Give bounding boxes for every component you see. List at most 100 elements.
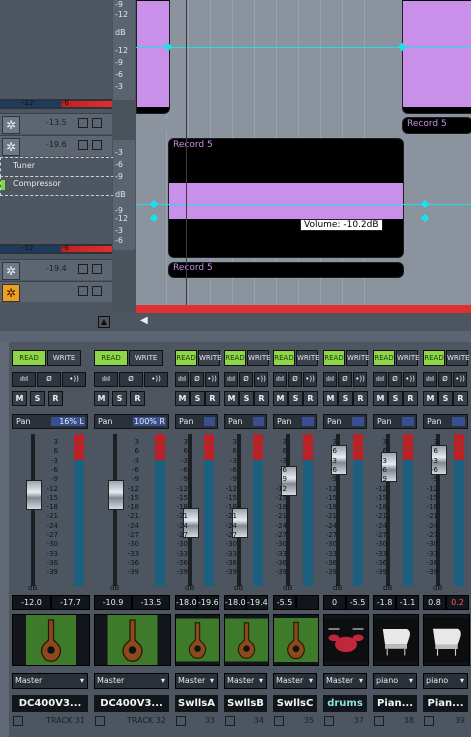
piano-icon[interactable] — [373, 614, 419, 666]
stereo-button[interactable]: •)) — [254, 372, 268, 387]
read-button[interactable]: READ — [94, 350, 128, 366]
drums-icon[interactable] — [323, 614, 369, 666]
track-icon[interactable] — [95, 716, 105, 726]
invert-phase-button[interactable]: Ø — [37, 372, 61, 387]
invert-phase-button[interactable]: Ø — [438, 372, 452, 387]
track-name[interactable]: Pian... — [423, 695, 468, 712]
snowflake-icon[interactable]: ✲ — [2, 138, 20, 156]
record-button[interactable]: R — [130, 391, 145, 406]
peak-value[interactable]: 0.2 — [446, 595, 469, 610]
pan-control[interactable]: Pan — [224, 414, 267, 429]
window-icon[interactable] — [78, 286, 88, 296]
track-name[interactable]: SwllsA — [175, 695, 218, 712]
track-icon[interactable] — [225, 716, 235, 726]
read-button[interactable]: READ — [423, 350, 445, 366]
audio-clip[interactable] — [136, 0, 170, 114]
window-icon[interactable] — [78, 118, 88, 128]
window-icon[interactable] — [92, 118, 102, 128]
stereo-button[interactable]: •)) — [403, 372, 417, 387]
record-button[interactable]: R — [353, 391, 368, 406]
read-button[interactable]: READ — [12, 350, 46, 366]
fader-value[interactable]: -10.9 — [94, 595, 132, 610]
guitar-icon[interactable] — [12, 614, 90, 666]
pan-control[interactable]: Pan — [323, 414, 367, 429]
stereo-button[interactable]: •)) — [205, 372, 219, 387]
audio-clip[interactable]: Record 5 — [402, 117, 471, 134]
write-button[interactable]: WRITE — [396, 350, 420, 366]
track-name[interactable]: DC400V3... — [94, 695, 169, 712]
pan-control[interactable]: Pan — [273, 414, 317, 429]
snowflake-icon[interactable]: ✲ — [2, 284, 20, 302]
record-button[interactable]: R — [453, 391, 468, 406]
mute-button[interactable]: M — [423, 391, 438, 406]
solo-button[interactable]: S — [112, 391, 127, 406]
output-select[interactable]: piano ▾ — [423, 673, 468, 689]
record-button[interactable]: R — [48, 391, 63, 406]
write-button[interactable]: WRITE — [446, 350, 470, 366]
output-select[interactable]: Master ▾ — [323, 673, 367, 689]
track-name[interactable]: DC400V3... — [12, 695, 88, 712]
volume-fader[interactable] — [26, 480, 42, 510]
solo-button[interactable]: S — [438, 391, 453, 406]
read-button[interactable]: READ — [323, 350, 345, 366]
output-select[interactable]: Master ▾ — [175, 673, 218, 689]
track-volume[interactable]: -19.6 — [46, 140, 67, 149]
window-icon[interactable] — [78, 264, 88, 274]
phase-button[interactable]: ıIıI — [224, 372, 238, 387]
track-name[interactable]: drums — [323, 695, 367, 712]
fader-value[interactable]: 0.8 — [423, 595, 446, 610]
snowflake-icon[interactable]: ✲ — [2, 116, 20, 134]
track-volume[interactable]: -19.4 — [46, 264, 67, 273]
peak-value[interactable]: -1.1 — [396, 595, 419, 610]
pan-control[interactable]: Pan 100% R — [94, 414, 169, 429]
track-name[interactable]: Pian... — [373, 695, 417, 712]
fader-value[interactable]: -1.8 — [373, 595, 396, 610]
solo-button[interactable]: S — [239, 391, 254, 406]
fx-slot[interactable]: Tuner — [0, 157, 114, 177]
output-select[interactable]: piano ▾ — [373, 673, 417, 689]
guitar-icon[interactable] — [224, 614, 269, 666]
invert-phase-button[interactable]: Ø — [119, 372, 143, 387]
arrow-up-icon[interactable]: ▲ — [98, 316, 110, 328]
stereo-button[interactable]: •)) — [353, 372, 367, 387]
track-icon[interactable] — [324, 716, 334, 726]
mute-button[interactable]: M — [175, 391, 190, 406]
track-icon[interactable] — [13, 716, 23, 726]
fader-value[interactable]: -18.0 — [175, 595, 197, 610]
mute-button[interactable]: M — [373, 391, 388, 406]
stereo-button[interactable]: •)) — [62, 372, 86, 387]
peak-value[interactable]: -13.5 — [132, 595, 170, 610]
write-button[interactable]: WRITE — [198, 350, 222, 366]
peak-value[interactable]: -19.6 — [197, 595, 219, 610]
invert-phase-button[interactable]: Ø — [239, 372, 253, 387]
track-volume[interactable]: -13.5 — [46, 118, 67, 127]
fader-value[interactable]: 0 — [323, 595, 346, 610]
mute-button[interactable]: M — [224, 391, 239, 406]
phase-button[interactable]: ıIıI — [373, 372, 387, 387]
invert-phase-button[interactable]: Ø — [388, 372, 402, 387]
peak-value[interactable]: -17.7 — [51, 595, 90, 610]
stereo-button[interactable]: •)) — [303, 372, 317, 387]
phase-button[interactable]: ıIıI — [12, 372, 36, 387]
track-icon[interactable] — [274, 716, 284, 726]
write-button[interactable]: WRITE — [247, 350, 271, 366]
snowflake-icon[interactable]: ✲ — [2, 262, 20, 280]
phase-button[interactable]: ıIıI — [175, 372, 189, 387]
track-icon[interactable] — [424, 716, 434, 726]
scroll-left-icon[interactable]: ◀ — [140, 315, 148, 326]
write-button[interactable]: WRITE — [296, 350, 320, 366]
fader-value[interactable]: -5.5 — [273, 595, 296, 610]
guitar-icon[interactable] — [273, 614, 319, 666]
output-select[interactable]: Master ▾ — [12, 673, 88, 689]
read-button[interactable]: READ — [373, 350, 395, 366]
invert-phase-button[interactable]: Ø — [338, 372, 352, 387]
track-icon[interactable] — [374, 716, 384, 726]
invert-phase-button[interactable]: Ø — [288, 372, 302, 387]
read-button[interactable]: READ — [175, 350, 197, 366]
audio-clip[interactable]: Record 5 — [168, 138, 404, 258]
solo-button[interactable]: S — [190, 391, 205, 406]
audio-clip[interactable] — [402, 0, 471, 114]
piano-icon[interactable] — [423, 614, 470, 666]
pan-control[interactable]: Pan — [373, 414, 417, 429]
phase-button[interactable]: ıIıI — [423, 372, 437, 387]
